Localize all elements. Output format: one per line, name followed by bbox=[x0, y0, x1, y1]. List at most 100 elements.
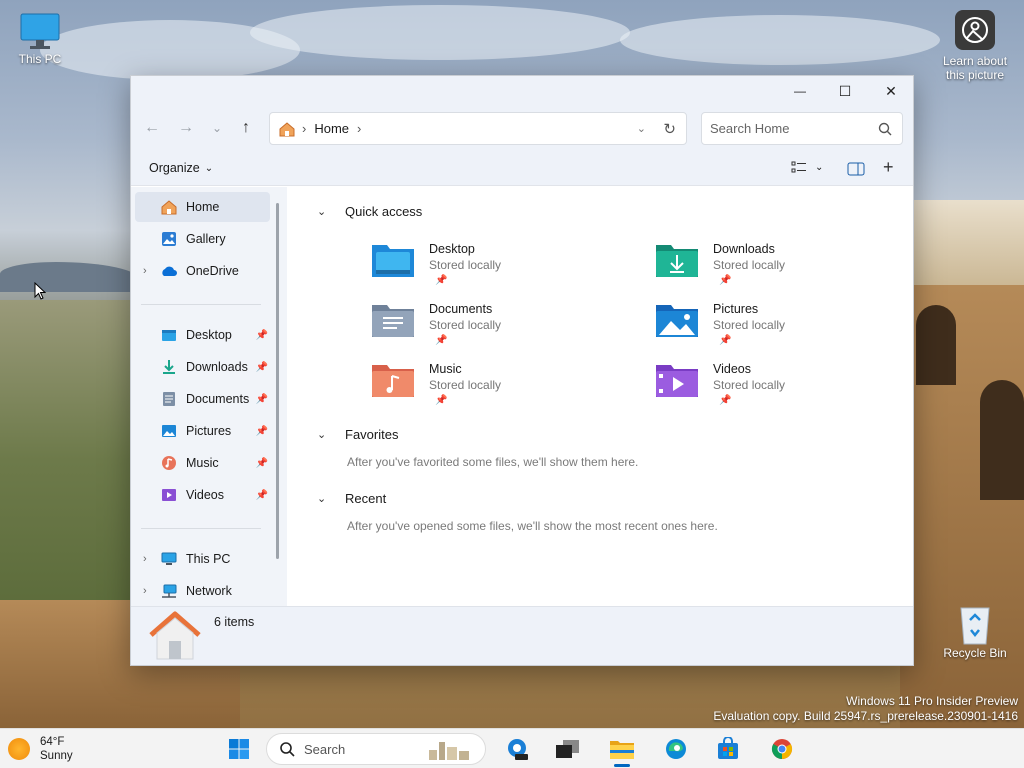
item-count: 6 items bbox=[214, 615, 255, 629]
quick-access-pictures[interactable]: Pictures Stored locally 📌 bbox=[655, 301, 895, 357]
quick-access-name: Documents bbox=[429, 302, 493, 316]
file-explorer-icon bbox=[610, 741, 634, 759]
sidebar-item-music[interactable]: Music 📌 bbox=[135, 448, 270, 478]
taskbar-task-view[interactable] bbox=[554, 735, 582, 763]
search-icon bbox=[878, 122, 892, 135]
breadcrumb-separator[interactable]: › bbox=[357, 121, 361, 136]
weather-condition: Sunny bbox=[40, 750, 73, 762]
sidebar-item-label: Desktop bbox=[186, 328, 232, 342]
expand-chevron-icon[interactable]: › bbox=[143, 585, 147, 597]
taskbar-edge-beta[interactable] bbox=[503, 735, 531, 763]
pin-icon: 📌 bbox=[719, 335, 732, 346]
quick-access-desktop[interactable]: Desktop Stored locally 📌 bbox=[371, 241, 611, 297]
sidebar-item-pictures[interactable]: Pictures 📌 bbox=[135, 416, 270, 446]
sidebar-item-documents[interactable]: Documents 📌 bbox=[135, 384, 270, 414]
back-arrow-icon: ← bbox=[144, 119, 160, 136]
desktop-icon-label: Learn about this picture bbox=[942, 54, 1008, 82]
sidebar-item-videos[interactable]: Videos 📌 bbox=[135, 480, 270, 510]
sidebar-item-downloads[interactable]: Downloads 📌 bbox=[135, 352, 270, 382]
sidebar-item-this-pc[interactable]: › This PC bbox=[135, 544, 270, 574]
wallpaper-arch bbox=[916, 305, 956, 385]
sidebar-item-network[interactable]: › Network bbox=[135, 576, 270, 606]
active-app-indicator bbox=[614, 764, 630, 767]
quick-access-sub: Stored locally bbox=[429, 258, 502, 272]
sidebar-item-onedrive[interactable]: › OneDrive bbox=[135, 256, 270, 286]
preview-pane-icon[interactable] bbox=[847, 162, 865, 176]
favorites-empty-message: After you've favorited some files, we'll… bbox=[347, 455, 639, 469]
recent-empty-message: After you've opened some files, we'll sh… bbox=[347, 519, 718, 533]
taskbar-store[interactable] bbox=[714, 735, 742, 763]
sidebar-item-gallery[interactable]: Gallery bbox=[135, 224, 270, 254]
sidebar-item-label: Network bbox=[186, 584, 232, 598]
recent-locations-button[interactable]: ⌄ bbox=[206, 117, 228, 139]
desktop-recycle-bin[interactable]: Recycle Bin bbox=[942, 604, 1008, 660]
navigation-bar: ← → ⌄ ↑ › Home › ⌄ ↻ Search Home bbox=[131, 104, 913, 152]
close-button[interactable]: ✕ bbox=[876, 80, 906, 102]
desktop-icon bbox=[159, 326, 179, 344]
desktop-this-pc[interactable]: This PC bbox=[12, 12, 68, 66]
pin-icon[interactable]: 📌 bbox=[256, 426, 268, 437]
start-button[interactable] bbox=[225, 735, 253, 763]
quick-access-videos[interactable]: Videos Stored locally 📌 bbox=[655, 361, 895, 417]
quick-access-downloads[interactable]: Downloads Stored locally 📌 bbox=[655, 241, 895, 297]
pin-icon[interactable]: 📌 bbox=[256, 490, 268, 501]
organize-button[interactable]: Organize ⌄ bbox=[149, 161, 213, 175]
expand-chevron-icon[interactable]: › bbox=[143, 553, 147, 565]
minimize-button[interactable]: — bbox=[785, 80, 815, 102]
recent-header[interactable]: ⌄ Recent bbox=[317, 491, 386, 506]
quick-access-name: Pictures bbox=[713, 302, 759, 316]
windows-logo-icon bbox=[229, 739, 249, 759]
taskbar-chrome[interactable] bbox=[768, 735, 796, 763]
address-dropdown-icon[interactable]: ⌄ bbox=[637, 122, 646, 135]
sidebar-item-home[interactable]: Home bbox=[135, 192, 270, 222]
taskbar-search-input[interactable]: Search bbox=[304, 742, 345, 757]
sidebar-item-label: Gallery bbox=[186, 232, 226, 246]
quick-access-sub: Stored locally bbox=[713, 318, 786, 332]
sidebar-item-label: Videos bbox=[186, 488, 224, 502]
quick-access-header[interactable]: ⌄ Quick access bbox=[317, 204, 422, 219]
quick-access-sub: Stored locally bbox=[429, 378, 502, 392]
camera-info-icon bbox=[955, 10, 995, 50]
quick-access-sub: Stored locally bbox=[713, 258, 786, 272]
refresh-icon[interactable]: ↻ bbox=[663, 120, 676, 138]
pin-icon[interactable]: 📌 bbox=[256, 330, 268, 341]
taskbar-edge[interactable] bbox=[662, 735, 690, 763]
videos-folder-icon bbox=[656, 365, 698, 397]
recycle-bin-icon bbox=[960, 607, 990, 645]
pin-icon[interactable]: 📌 bbox=[256, 362, 268, 373]
search-box[interactable]: Search Home bbox=[701, 112, 903, 145]
search-highlight-icon bbox=[429, 742, 469, 760]
search-input[interactable]: Search Home bbox=[710, 121, 789, 136]
title-bar: — ☐ ✕ bbox=[131, 76, 913, 104]
home-icon bbox=[159, 198, 179, 216]
quick-access-name: Downloads bbox=[713, 242, 775, 256]
expand-chevron-icon[interactable]: › bbox=[143, 265, 147, 277]
new-tab-icon[interactable]: + bbox=[883, 157, 894, 178]
weather-temp: 64°F bbox=[40, 736, 65, 748]
pictures-folder-icon bbox=[656, 305, 698, 337]
back-button[interactable]: ← bbox=[141, 117, 163, 139]
view-options-button[interactable]: ⌄ bbox=[791, 160, 823, 174]
quick-access-music[interactable]: Music Stored locally 📌 bbox=[371, 361, 611, 417]
breadcrumb-home[interactable]: Home bbox=[314, 121, 349, 136]
pin-icon[interactable]: 📌 bbox=[256, 458, 268, 469]
forward-button[interactable]: → bbox=[175, 117, 197, 139]
windows-watermark: Windows 11 Pro Insider Preview Evaluatio… bbox=[713, 694, 1018, 724]
up-button[interactable]: ↑ bbox=[235, 117, 257, 139]
address-bar[interactable]: › Home › ⌄ ↻ bbox=[269, 112, 687, 145]
pin-icon[interactable]: 📌 bbox=[256, 394, 268, 405]
quick-access-documents[interactable]: Documents Stored locally 📌 bbox=[371, 301, 611, 357]
sidebar-item-desktop[interactable]: Desktop 📌 bbox=[135, 320, 270, 350]
maximize-button[interactable]: ☐ bbox=[830, 80, 860, 102]
list-view-icon bbox=[791, 161, 806, 173]
taskbar-file-explorer[interactable] bbox=[608, 735, 636, 763]
sidebar-item-label: Downloads bbox=[186, 360, 248, 374]
weather-widget[interactable]: 64°F Sunny bbox=[8, 735, 73, 763]
pin-icon: 📌 bbox=[719, 275, 732, 286]
close-icon: ✕ bbox=[885, 82, 897, 99]
taskbar-search[interactable]: Search bbox=[266, 733, 486, 765]
desktop-learn-picture[interactable]: Learn about this picture bbox=[938, 10, 1012, 82]
favorites-header[interactable]: ⌄ Favorites bbox=[317, 427, 398, 442]
desktop-icon-label: Recycle Bin bbox=[943, 646, 1007, 660]
chevron-down-icon: ⌄ bbox=[204, 162, 214, 174]
